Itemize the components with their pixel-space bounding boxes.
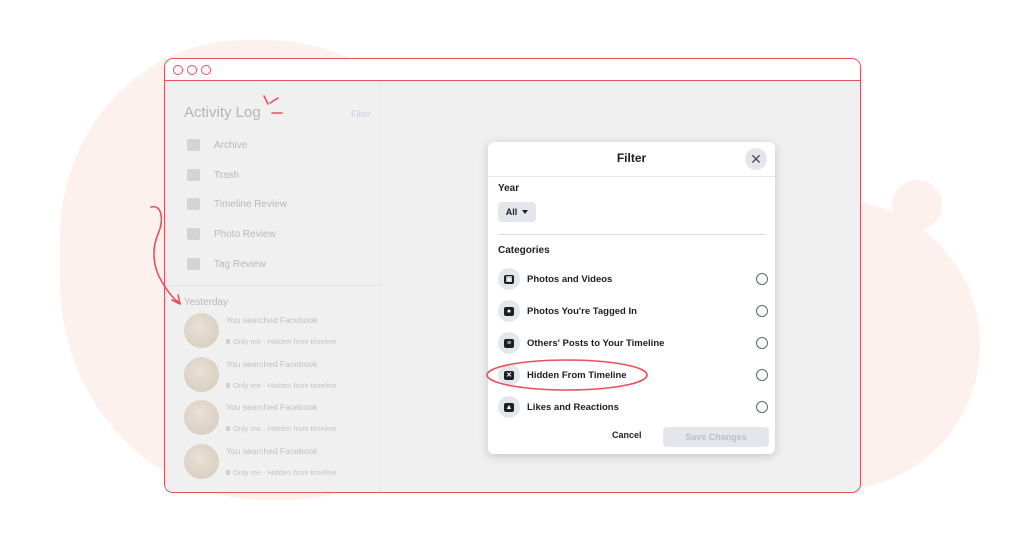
sidebar-item-archive[interactable]: Archive [187,137,247,153]
sidebar-item-label: Photo Review [214,228,276,240]
activity-meta: Only me · Hidden from timeline [226,381,336,390]
category-label: Others' Posts to Your Timeline [527,337,665,349]
trash-icon [187,169,200,181]
sidebar-item-label: Archive [214,139,248,151]
timeline-review-icon [187,198,200,210]
sidebar-item-label: Timeline Review [214,198,287,210]
cancel-button[interactable]: Cancel [612,430,642,440]
activity-meta-text: Only me · Hidden from timeline [233,337,337,346]
dialog-title: Filter [616,151,647,165]
activity-item[interactable]: You searched Facebook Only me · Hidden f… [184,313,374,349]
activity-text: You searched Facebook [226,446,318,456]
activity-meta-text: Only me · Hidden from timeline [233,424,337,433]
category-option-tagged[interactable]: ● Photos You're Tagged In [498,299,768,323]
activity-meta: Only me · Hidden from timeline [226,468,336,477]
sidebar-item-photo-review[interactable]: Photo Review [187,226,276,242]
radio-button[interactable] [756,401,768,413]
category-option-others-posts[interactable]: ≡ Others' Posts to Your Timeline [498,331,768,355]
window-close-dot[interactable] [173,65,183,75]
window-maximize-dot[interactable] [201,65,211,75]
activity-log-sidebar: Activity Log Filter Archive Trash Timeli… [165,81,381,492]
filter-link[interactable]: Filter [351,109,371,119]
activity-text: You searched Facebook [226,402,318,412]
divider [498,234,766,235]
activity-meta: Only me · Hidden from timeline [226,337,336,346]
sidebar-item-tag-review[interactable]: Tag Review [187,256,266,272]
close-icon: ✕ [750,150,762,167]
lock-icon [226,383,230,388]
window-titlebar [165,59,860,81]
category-label: Photos and Videos [527,273,613,285]
activity-text: You searched Facebook [226,359,318,369]
activity-item[interactable]: You searched Facebook Only me · Hidden f… [184,444,374,480]
photo-review-icon [187,228,200,240]
sidebar-item-trash[interactable]: Trash [187,167,239,183]
category-label: Photos You're Tagged In [527,305,637,317]
radio-button[interactable] [756,273,768,285]
category-label: Likes and Reactions [527,401,619,413]
avatar [184,313,219,348]
category-option-likes[interactable]: ▲ Likes and Reactions [498,395,768,419]
lock-icon [226,339,230,344]
avatar [184,357,219,392]
sidebar-item-timeline-review[interactable]: Timeline Review [187,196,287,212]
hidden-icon: ✕ [498,364,520,386]
tagged-person-icon: ● [498,300,520,322]
lock-icon [226,470,230,475]
avatar [184,444,219,479]
post-icon: ≡ [498,332,520,354]
radio-button[interactable] [756,369,768,381]
category-label: Hidden From Timeline [527,369,627,381]
category-option-hidden[interactable]: ✕ Hidden From Timeline [498,363,768,387]
page-title: Activity Log [184,104,261,121]
lock-icon [226,426,230,431]
radio-button[interactable] [756,337,768,349]
filter-dialog: Filter ✕ Year All Categories ▣ Photos an… [488,142,775,454]
divider [488,176,775,177]
close-button[interactable]: ✕ [745,148,767,170]
radio-button[interactable] [756,305,768,317]
activity-item[interactable]: You searched Facebook Only me · Hidden f… [184,357,374,393]
year-select-value: All [505,207,518,217]
stage: Activity Log Filter Archive Trash Timeli… [0,0,1024,550]
sidebar-item-label: Trash [214,169,240,181]
tag-icon [187,258,200,270]
archive-icon [187,139,200,151]
window-minimize-dot[interactable] [187,65,197,75]
year-select[interactable]: All [498,202,536,222]
section-heading: Yesterday [184,297,229,308]
divider [165,285,381,286]
thumbs-up-icon: ▲ [498,396,520,418]
save-changes-button[interactable]: Save Changes [663,427,769,447]
activity-item[interactable]: You searched Facebook Only me · Hidden f… [184,400,374,436]
categories-label: Categories [498,245,550,256]
photo-icon: ▣ [498,268,520,290]
activity-text: You searched Facebook [226,315,318,325]
sidebar-item-label: Tag Review [214,258,266,270]
activity-meta-text: Only me · Hidden from timeline [233,381,337,390]
activity-meta-text: Only me · Hidden from timeline [233,468,337,477]
activity-meta: Only me · Hidden from timeline [226,424,336,433]
avatar [184,400,219,435]
year-label: Year [498,183,520,194]
category-option-photos-videos[interactable]: ▣ Photos and Videos [498,267,768,291]
caret-down-icon [522,210,529,214]
background-blob [892,180,942,230]
